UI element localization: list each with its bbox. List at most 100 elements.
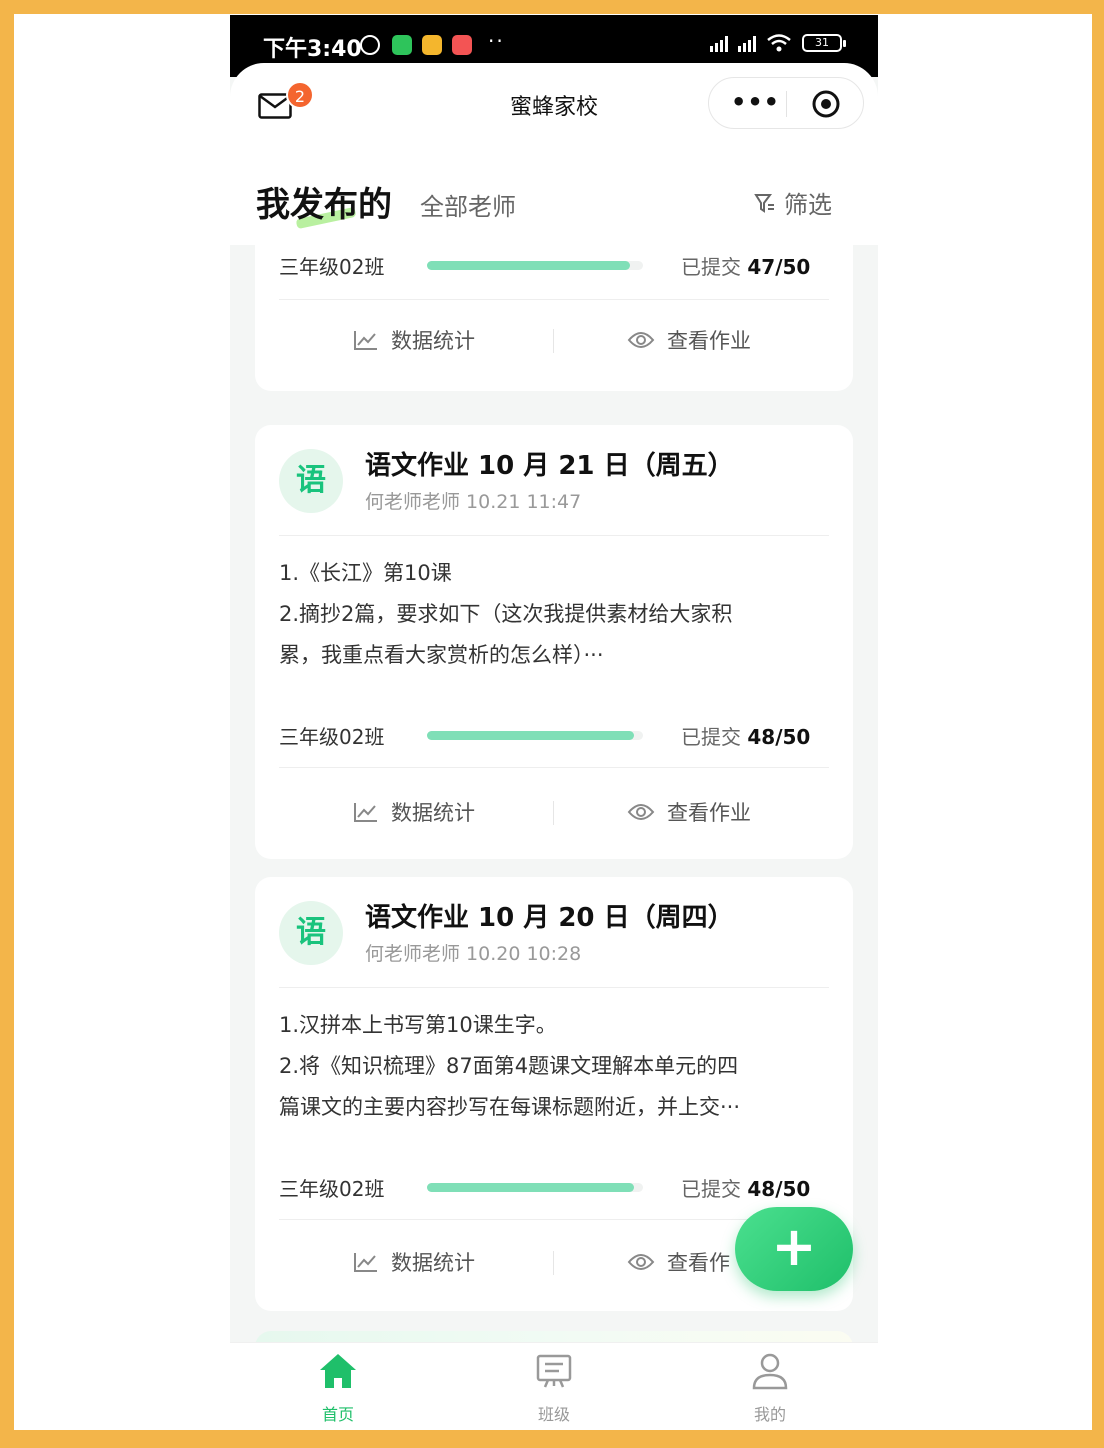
- submission-row: 三年级02班 已提交 48/50: [279, 1171, 829, 1201]
- submitted-label: 已提交: [681, 725, 741, 749]
- homework-content: 1.《长江》第10课 2.摘抄2篇，要求如下（这次我提供素材给大家积 累，我重点…: [279, 553, 835, 676]
- submitted-label: 已提交: [681, 1177, 741, 1201]
- notes-app-icon: [422, 35, 442, 55]
- signal-icon: [738, 34, 756, 52]
- submitted-count: 48/50: [747, 725, 811, 749]
- data-stats-label: 数据统计: [391, 801, 475, 825]
- submission-progress-bar: [427, 1183, 643, 1192]
- view-homework-label: 查看作业: [667, 801, 751, 825]
- bottom-tab-bar: 首页 班级 我的: [230, 1342, 878, 1428]
- view-homework-button[interactable]: 查看作: [627, 1247, 730, 1277]
- chart-icon: [354, 803, 377, 822]
- card-divider: [279, 299, 829, 300]
- homework-list: 三年级02班 已提交 47/50 数据统计 查看作业 语 语文作业 10 月 2…: [230, 245, 878, 1342]
- class-name: 三年级02班: [279, 1177, 385, 1201]
- content-line: 2.将《知识梳理》87面第4题课文理解本单元的四: [279, 1054, 739, 1078]
- homework-card-partial[interactable]: [255, 1331, 853, 1342]
- page-title: 我发布的: [256, 185, 392, 225]
- filter-label: 筛选: [784, 191, 832, 219]
- card-actions: 数据统计 查看作业: [279, 321, 829, 361]
- submitted-count: 47/50: [747, 255, 811, 279]
- card-divider: [279, 987, 829, 988]
- chart-icon: [354, 1253, 377, 1272]
- battery-icon: 31: [802, 34, 846, 52]
- data-stats-button[interactable]: 数据统计: [353, 325, 475, 355]
- content-line: 篇课文的主要内容抄写在每课标题附近，并上交···: [279, 1095, 741, 1119]
- profile-icon: [752, 1353, 788, 1390]
- view-homework-label: 查看作业: [667, 329, 751, 353]
- tab-class[interactable]: 班级: [504, 1351, 604, 1425]
- submission-progress-bar: [427, 731, 643, 740]
- data-stats-label: 数据统计: [391, 1251, 475, 1275]
- view-homework-button[interactable]: 查看作业: [627, 797, 751, 827]
- submission-status: 已提交 48/50: [681, 1173, 810, 1202]
- homework-card: 三年级02班 已提交 47/50 数据统计 查看作业: [255, 245, 853, 391]
- wechat-icon: [392, 35, 412, 55]
- card-divider: [279, 535, 829, 536]
- page-header: 我发布的 全部老师 筛选: [230, 163, 878, 245]
- action-divider: [553, 801, 554, 825]
- home-icon: [320, 1354, 356, 1388]
- more-button[interactable]: •••: [731, 88, 780, 116]
- mini-program-navbar: 2 蜜蜂家校 •••: [230, 63, 878, 163]
- view-homework-button[interactable]: 查看作业: [627, 325, 751, 355]
- card-divider: [279, 767, 829, 768]
- tab-label: 班级: [537, 1405, 570, 1424]
- teacher-scope-selector[interactable]: 全部老师: [420, 187, 516, 222]
- homework-meta: 何老师老师 10.20 10:28: [365, 943, 582, 965]
- eye-icon: [627, 332, 655, 348]
- phone-screen: 下午3:40 ·· 31 2 蜜蜂家校 ••• 我发布的 全部老师 筛选 三年级…: [230, 15, 878, 1428]
- class-board-icon: [536, 1354, 572, 1388]
- submission-progress-fill: [427, 1183, 635, 1192]
- tab-label: 首页: [321, 1405, 354, 1424]
- eye-icon: [627, 804, 655, 820]
- alarm-icon: [360, 35, 380, 55]
- data-stats-button[interactable]: 数据统计: [353, 797, 475, 827]
- close-miniprogram-icon[interactable]: [811, 89, 841, 119]
- tab-profile[interactable]: 我的: [720, 1351, 820, 1425]
- card-actions: 数据统计 查看作业: [279, 793, 829, 833]
- eye-icon: [627, 1254, 655, 1270]
- card-header: 语 语文作业 10 月 21 日（周五） 何老师老师 10.21 11:47: [279, 449, 829, 515]
- submission-progress-fill: [427, 731, 635, 740]
- content-line: 1.《长江》第10课: [279, 561, 452, 585]
- battery-level: 31: [815, 36, 829, 49]
- homework-meta: 何老师老师 10.21 11:47: [365, 491, 582, 513]
- red-app-icon: [452, 35, 472, 55]
- homework-content: 1.汉拼本上书写第10课生字。 2.将《知识梳理》87面第4题课文理解本单元的四…: [279, 1005, 835, 1128]
- homework-title: 语文作业 10 月 21 日（周五）: [365, 451, 734, 481]
- class-name: 三年级02班: [279, 255, 385, 279]
- tab-label: 我的: [753, 1405, 786, 1424]
- submitted-label: 已提交: [681, 255, 741, 279]
- class-name: 三年级02班: [279, 725, 385, 749]
- signal-hd-icon: [710, 34, 728, 52]
- submission-status: 已提交 47/50: [681, 251, 810, 280]
- subject-avatar: 语: [279, 901, 343, 965]
- content-line: 1.汉拼本上书写第10课生字。: [279, 1013, 557, 1037]
- status-right-group: 31: [710, 33, 846, 53]
- submission-status: 已提交 48/50: [681, 721, 810, 750]
- card-header: 语 语文作业 10 月 20 日（周四） 何老师老师 10.20 10:28: [279, 901, 829, 967]
- action-divider: [553, 329, 554, 353]
- view-homework-label: 查看作: [667, 1251, 730, 1275]
- submitted-count: 48/50: [747, 1177, 811, 1201]
- tab-home[interactable]: 首页: [288, 1351, 388, 1425]
- chart-icon: [354, 331, 377, 350]
- add-homework-button[interactable]: +: [735, 1207, 853, 1291]
- submission-progress-bar: [427, 261, 643, 270]
- homework-title: 语文作业 10 月 20 日（周四）: [365, 903, 734, 933]
- filter-icon: [754, 193, 774, 213]
- capsule-menu: •••: [708, 77, 864, 129]
- status-time: 下午3:40: [263, 37, 362, 62]
- submission-row: 三年级02班 已提交 48/50: [279, 719, 829, 749]
- content-line: 累，我重点看大家赏析的怎么样）···: [279, 643, 604, 667]
- homework-card[interactable]: 语 语文作业 10 月 21 日（周五） 何老师老师 10.21 11:47 1…: [255, 425, 853, 859]
- subject-avatar: 语: [279, 449, 343, 513]
- data-stats-label: 数据统计: [391, 329, 475, 353]
- content-line: 2.摘抄2篇，要求如下（这次我提供素材给大家积: [279, 602, 733, 626]
- filter-button[interactable]: 筛选: [754, 185, 832, 220]
- capsule-divider: [786, 91, 787, 117]
- submission-row: 三年级02班 已提交 47/50: [279, 249, 829, 279]
- data-stats-button[interactable]: 数据统计: [353, 1247, 475, 1277]
- action-divider: [553, 1251, 554, 1275]
